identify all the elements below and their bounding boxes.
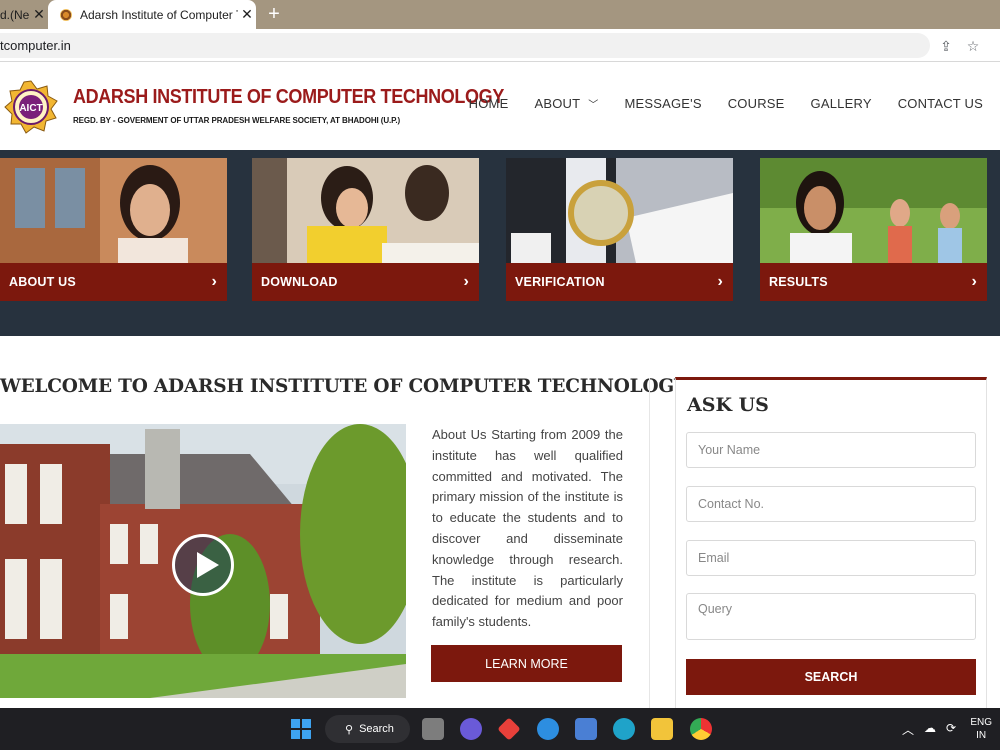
language-indicator[interactable]: ENG IN bbox=[970, 716, 992, 742]
students-writing-photo bbox=[252, 158, 479, 263]
chevron-up-icon[interactable]: ︿ bbox=[902, 721, 914, 738]
lang-line1: ENG bbox=[970, 717, 992, 728]
card-label: ABOUT US bbox=[9, 275, 76, 289]
chevron-right-icon: › bbox=[971, 273, 977, 290]
file-explorer-icon[interactable] bbox=[651, 718, 673, 740]
tab-title: d.(Ne bbox=[0, 7, 30, 22]
feature-card-results[interactable]: RESULTS › bbox=[760, 158, 987, 301]
taskbar: ⚲ Search ︿ ☁ ⟳ ENG IN bbox=[0, 708, 1000, 750]
edge-icon[interactable] bbox=[613, 718, 635, 740]
chevron-down-icon: ﹀ bbox=[588, 100, 599, 111]
chrome-icon[interactable] bbox=[690, 718, 712, 740]
email-field[interactable]: Email bbox=[686, 540, 976, 576]
url-field[interactable]: tcomputer.in bbox=[0, 33, 930, 58]
tab-inactive[interactable]: d.(Ne ✕ bbox=[0, 0, 48, 29]
teams-chat-icon[interactable] bbox=[460, 718, 482, 740]
feature-card-about[interactable]: ABOUT US › bbox=[0, 158, 227, 301]
institute-logo-icon[interactable]: AICT bbox=[4, 80, 58, 134]
ask-us-panel: ASK US Your Name Contact No. Email Query… bbox=[675, 377, 987, 708]
main-nav: HOME ABOUT ﹀ MESSAGE'S COURSE GALLERY CON… bbox=[443, 96, 983, 111]
search-button[interactable]: SEARCH bbox=[686, 659, 976, 695]
feature-card-verification[interactable]: VERIFICATION › bbox=[506, 158, 733, 301]
share-icon[interactable]: ⇪ bbox=[937, 37, 955, 55]
nav-about[interactable]: ABOUT ﹀ bbox=[534, 96, 598, 111]
card-bar: RESULTS › bbox=[760, 263, 987, 301]
nav-course[interactable]: COURSE bbox=[728, 96, 785, 111]
card-label: DOWNLOAD bbox=[261, 275, 338, 289]
taskbar-search[interactable]: ⚲ Search bbox=[325, 715, 410, 743]
nav-about-label: ABOUT bbox=[534, 96, 581, 111]
play-icon[interactable] bbox=[172, 534, 234, 596]
ask-us-heading: ASK US bbox=[687, 394, 769, 416]
card-bar: DOWNLOAD › bbox=[252, 263, 479, 301]
brand-title: ADARSH INSTITUTE OF COMPUTER TECHNOLOGY bbox=[73, 86, 504, 108]
app-icon[interactable] bbox=[497, 717, 521, 741]
task-view-icon[interactable] bbox=[422, 718, 444, 740]
magnifier-photo bbox=[506, 158, 733, 263]
card-bar: ABOUT US › bbox=[0, 263, 227, 301]
column-divider bbox=[649, 378, 650, 708]
tab-active[interactable]: Adarsh Institute of Computer Tec ✕ bbox=[48, 0, 256, 29]
taskbar-search-label: Search bbox=[359, 723, 394, 735]
welcome-heading: WELCOME TO ADARSH INSTITUTE OF COMPUTER … bbox=[0, 376, 687, 397]
tab-title: Adarsh Institute of Computer Tec bbox=[80, 7, 238, 22]
nav-messages[interactable]: MESSAGE'S bbox=[624, 96, 701, 111]
intro-video[interactable] bbox=[0, 424, 406, 698]
name-field[interactable]: Your Name bbox=[686, 432, 976, 468]
contact-field[interactable]: Contact No. bbox=[686, 486, 976, 522]
favicon-icon bbox=[60, 8, 72, 21]
learn-more-button[interactable]: LEARN MORE bbox=[431, 645, 622, 682]
nav-home[interactable]: HOME bbox=[469, 96, 509, 111]
bookmark-star-icon[interactable]: ☆ bbox=[964, 37, 982, 55]
browser-tab-bar: d.(Ne ✕ Adarsh Institute of Computer Tec… bbox=[0, 0, 1000, 29]
feature-band: ABOUT US › DOWNLOAD › VERIFICATION › RES… bbox=[0, 150, 1000, 336]
nav-gallery[interactable]: GALLERY bbox=[811, 96, 872, 111]
card-bar: VERIFICATION › bbox=[506, 263, 733, 301]
chevron-right-icon: › bbox=[211, 273, 217, 290]
tab-close-icon[interactable]: ✕ bbox=[30, 6, 48, 23]
help-icon[interactable] bbox=[537, 718, 559, 740]
search-icon: ⚲ bbox=[345, 723, 354, 736]
chevron-right-icon: › bbox=[717, 273, 723, 290]
lang-line2: IN bbox=[976, 730, 987, 741]
chevron-right-icon: › bbox=[463, 273, 469, 290]
nav-contact[interactable]: CONTACT US bbox=[898, 96, 983, 111]
feature-card-download[interactable]: DOWNLOAD › bbox=[252, 158, 479, 301]
campus-students-photo bbox=[760, 158, 987, 263]
refresh-icon[interactable]: ⟳ bbox=[946, 721, 956, 738]
brand-subtitle: REGD. BY - GOVERMENT OF UTTAR PRADESH WE… bbox=[73, 116, 401, 125]
logo-text: AICT bbox=[19, 103, 42, 114]
system-tray: ︿ ☁ ⟳ bbox=[902, 721, 956, 738]
store-icon[interactable] bbox=[575, 718, 597, 740]
tab-close-icon[interactable]: ✕ bbox=[238, 6, 256, 23]
cloud-icon[interactable]: ☁ bbox=[924, 721, 936, 738]
card-label: VERIFICATION bbox=[515, 275, 605, 289]
new-tab-button[interactable]: + bbox=[262, 3, 286, 25]
query-field[interactable]: Query bbox=[686, 593, 976, 640]
student-photo bbox=[0, 158, 227, 263]
about-paragraph: About Us Starting from 2009 the institut… bbox=[432, 427, 623, 630]
windows-start-icon[interactable] bbox=[290, 718, 312, 740]
site-header: AICT ADARSH INSTITUTE OF COMPUTER TECHNO… bbox=[0, 62, 1000, 150]
card-label: RESULTS bbox=[769, 275, 828, 289]
address-bar: tcomputer.in ⇪ ☆ bbox=[0, 29, 1000, 62]
